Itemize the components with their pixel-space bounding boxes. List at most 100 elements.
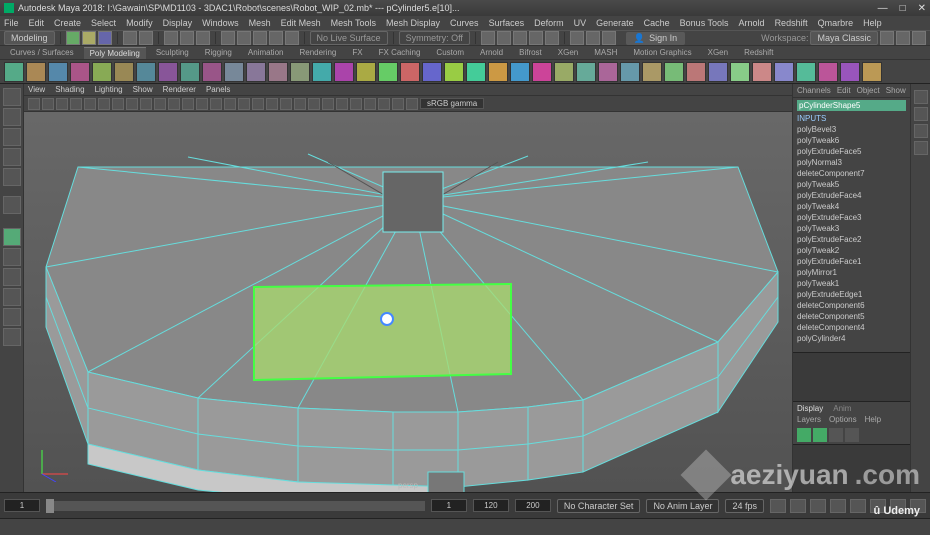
shelf-button-23[interactable] — [510, 62, 530, 82]
menu-file[interactable]: File — [4, 18, 19, 28]
history-node[interactable]: polyExtrudeFace2 — [797, 234, 906, 245]
menu-qmarbre[interactable]: Qmarbre — [818, 18, 854, 28]
anim-layer-selector[interactable]: No Anim Layer — [646, 499, 719, 513]
viewport-btn-4[interactable] — [84, 98, 96, 110]
viewport-btn-12[interactable] — [196, 98, 208, 110]
shelf-button-37[interactable] — [818, 62, 838, 82]
time-slider-head[interactable] — [46, 499, 54, 513]
shelf-button-0[interactable] — [4, 62, 24, 82]
fps-display[interactable]: 24 fps — [725, 499, 764, 513]
undo-icon[interactable] — [123, 31, 137, 45]
shelf-button-19[interactable] — [422, 62, 442, 82]
select-mode-icon[interactable] — [164, 31, 178, 45]
character-set-selector[interactable]: No Character Set — [557, 499, 641, 513]
shelf-button-20[interactable] — [444, 62, 464, 82]
history-node[interactable]: polyExtrudeFace1 — [797, 256, 906, 267]
view-axis-gizmo[interactable] — [34, 442, 74, 482]
viewport-btn-13[interactable] — [210, 98, 222, 110]
lasso-icon[interactable] — [180, 31, 194, 45]
history-node[interactable]: polyExtrudeFace5 — [797, 146, 906, 157]
module-selector[interactable]: Modeling — [4, 31, 55, 45]
history-node[interactable]: deleteComponent5 — [797, 311, 906, 322]
menu-select[interactable]: Select — [91, 18, 116, 28]
viewport-btn-9[interactable] — [154, 98, 166, 110]
viewport-btn-15[interactable] — [238, 98, 250, 110]
menu-bonus-tools[interactable]: Bonus Tools — [680, 18, 729, 28]
shelf-tab-rigging[interactable]: Rigging — [199, 47, 238, 58]
layer-down-icon[interactable] — [845, 428, 859, 442]
viewport-btn-23[interactable] — [350, 98, 362, 110]
shelf-button-16[interactable] — [356, 62, 376, 82]
maximize-button[interactable]: □ — [900, 3, 906, 14]
menu-uv[interactable]: UV — [574, 18, 587, 28]
shelf-button-15[interactable] — [334, 62, 354, 82]
history-toggle-icon[interactable] — [481, 31, 495, 45]
open-scene-icon[interactable] — [82, 31, 96, 45]
last-tool-icon[interactable] — [3, 196, 21, 214]
panel-menu-show[interactable]: Show — [133, 85, 153, 94]
snap-point-icon[interactable] — [253, 31, 267, 45]
shelf-button-35[interactable] — [774, 62, 794, 82]
shelf-tab-arnold[interactable]: Arnold — [474, 47, 509, 58]
play-back-icon[interactable] — [810, 499, 826, 513]
history-node[interactable]: polyNormal3 — [797, 157, 906, 168]
channel-tab-edit[interactable]: Edit — [837, 86, 851, 95]
history-node[interactable]: polyTweak2 — [797, 245, 906, 256]
history-node[interactable]: polyTweak5 — [797, 179, 906, 190]
shelf-button-28[interactable] — [620, 62, 640, 82]
shelf-tab-sculpting[interactable]: Sculpting — [150, 47, 195, 58]
shelf-button-22[interactable] — [488, 62, 508, 82]
scale-tool-icon[interactable] — [3, 168, 21, 186]
menu-surfaces[interactable]: Surfaces — [489, 18, 525, 28]
layout-persp-icon[interactable] — [3, 288, 21, 306]
viewport-btn-11[interactable] — [182, 98, 194, 110]
sidebar-toggle3-icon[interactable] — [912, 31, 926, 45]
menu-modify[interactable]: Modify — [126, 18, 153, 28]
panel-layout3-icon[interactable] — [602, 31, 616, 45]
symmetry-toggle[interactable]: Symmetry: Off — [399, 31, 470, 45]
channel-box-icon[interactable] — [914, 141, 928, 155]
playblast-icon[interactable] — [545, 31, 559, 45]
shelf-tab-bifrost[interactable]: Bifrost — [513, 47, 548, 58]
layout-uv-icon[interactable] — [3, 328, 21, 346]
layer-add-icon[interactable] — [813, 428, 827, 442]
range-start-field[interactable] — [4, 499, 40, 512]
viewport-btn-17[interactable] — [266, 98, 278, 110]
viewport-btn-24[interactable] — [364, 98, 376, 110]
viewport-btn-5[interactable] — [98, 98, 110, 110]
layer-tab-layers[interactable]: Layers — [797, 415, 821, 424]
shelf-button-10[interactable] — [224, 62, 244, 82]
close-button[interactable]: ✕ — [918, 3, 926, 14]
menu-deform[interactable]: Deform — [534, 18, 564, 28]
layout-hyper-icon[interactable] — [3, 308, 21, 326]
viewport-btn-10[interactable] — [168, 98, 180, 110]
time-slider[interactable] — [46, 501, 425, 511]
select-tool-icon[interactable] — [3, 88, 21, 106]
snap-grid-icon[interactable] — [221, 31, 235, 45]
lasso-tool-icon[interactable] — [3, 108, 21, 126]
range-end-field[interactable] — [515, 499, 551, 512]
menu-redshift[interactable]: Redshift — [775, 18, 808, 28]
history-node[interactable]: polyMirror1 — [797, 267, 906, 278]
new-scene-icon[interactable] — [66, 31, 80, 45]
shelf-button-3[interactable] — [70, 62, 90, 82]
viewport-btn-8[interactable] — [140, 98, 152, 110]
range-visible-start[interactable] — [431, 499, 467, 512]
attribute-editor-icon[interactable] — [914, 107, 928, 121]
viewport-persp[interactable]: persp — [24, 112, 792, 492]
shelf-tab-rendering[interactable]: Rendering — [293, 47, 342, 58]
menu-generate[interactable]: Generate — [596, 18, 634, 28]
history-node[interactable]: polyTweak3 — [797, 223, 906, 234]
history-node[interactable]: deleteComponent4 — [797, 322, 906, 333]
shelf-button-38[interactable] — [840, 62, 860, 82]
viewport-btn-20[interactable] — [308, 98, 320, 110]
panel-menu-lighting[interactable]: Lighting — [95, 85, 123, 94]
shelf-tab-redshift[interactable]: Redshift — [738, 47, 779, 58]
shelf-button-2[interactable] — [48, 62, 68, 82]
viewport-btn-7[interactable] — [126, 98, 138, 110]
shelf-button-13[interactable] — [290, 62, 310, 82]
shelf-button-7[interactable] — [158, 62, 178, 82]
menu-windows[interactable]: Windows — [202, 18, 239, 28]
sidebar-toggle-icon[interactable] — [880, 31, 894, 45]
shelf-button-26[interactable] — [576, 62, 596, 82]
